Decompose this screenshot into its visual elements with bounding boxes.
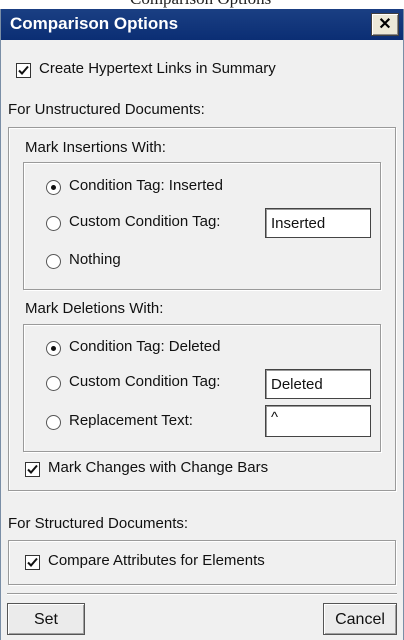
delete-replacement-text-radio[interactable] — [46, 415, 61, 430]
window-title: Comparison Options — [10, 14, 179, 33]
divider — [7, 593, 397, 595]
delete-custom-tag-label: Custom Condition Tag: — [69, 373, 221, 390]
structured-heading: For Structured Documents: — [8, 515, 189, 532]
insert-custom-tag-label: Custom Condition Tag: — [69, 213, 221, 230]
insert-custom-tag-radio[interactable] — [46, 216, 61, 231]
compare-attributes-checkbox[interactable] — [25, 555, 40, 570]
compare-attributes-label: Compare Attributes for Elements — [48, 552, 265, 569]
close-button[interactable]: ✕ — [371, 13, 399, 36]
hypertext-links-checkbox[interactable] — [16, 63, 31, 78]
delete-custom-tag-input[interactable]: Deleted — [265, 369, 371, 399]
insert-condition-tag-label: Condition Tag: Inserted — [69, 177, 223, 194]
insert-custom-tag-input[interactable]: Inserted — [265, 208, 371, 238]
close-icon: ✕ — [378, 16, 392, 33]
clipped-title-text: Comparison Options — [130, 0, 271, 9]
checkmark-icon — [27, 557, 38, 567]
change-bars-label: Mark Changes with Change Bars — [48, 459, 269, 476]
set-button[interactable]: Set — [7, 603, 85, 635]
clipped-window-title: Comparison Options — [0, 0, 404, 9]
insert-nothing-label: Nothing — [69, 251, 121, 268]
checkmark-icon — [18, 65, 29, 75]
insert-nothing-radio[interactable] — [46, 254, 61, 269]
title-bar[interactable]: Comparison Options ✕ — [1, 9, 403, 40]
hypertext-links-label: Create Hypertext Links in Summary — [39, 60, 276, 77]
delete-condition-tag-label: Condition Tag: Deleted — [69, 338, 221, 355]
replacement-text-input[interactable]: ^ — [265, 405, 371, 437]
deletions-heading: Mark Deletions With: — [25, 300, 164, 317]
unstructured-heading: For Unstructured Documents: — [8, 101, 205, 118]
comparison-options-dialog: Comparison Options ✕ Create Hypertext Li… — [0, 9, 404, 640]
change-bars-checkbox[interactable] — [25, 462, 40, 477]
delete-replacement-text-label: Replacement Text: — [69, 412, 193, 429]
delete-custom-tag-radio[interactable] — [46, 376, 61, 391]
delete-condition-tag-radio[interactable] — [46, 341, 61, 356]
insert-condition-tag-radio[interactable] — [46, 180, 61, 195]
cancel-button[interactable]: Cancel — [323, 603, 397, 635]
insertions-heading: Mark Insertions With: — [25, 139, 166, 156]
checkmark-icon — [27, 464, 38, 474]
